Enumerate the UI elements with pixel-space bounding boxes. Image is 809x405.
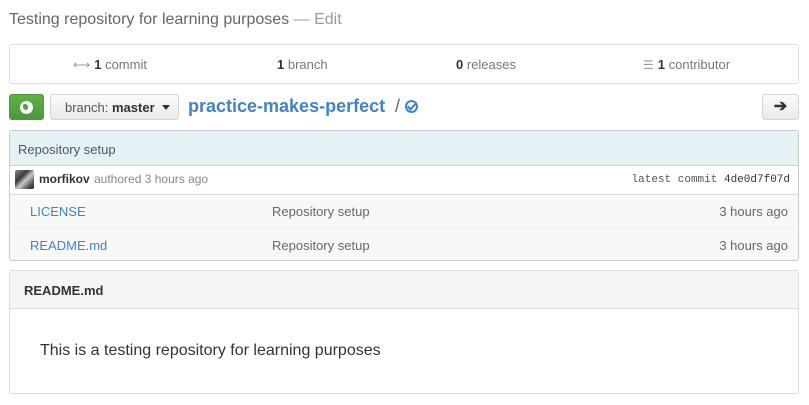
organization-icon: ☰: [643, 58, 654, 72]
avatar[interactable]: [15, 170, 34, 189]
latest-commit: latest commit 4de0d7f07d: [632, 174, 790, 186]
file-name-link[interactable]: README.md: [30, 238, 107, 253]
branch-selector[interactable]: branch: master: [50, 94, 179, 120]
file-list: Repository setup morfikov authored 3 hou…: [9, 130, 799, 261]
branches-label: branch: [287, 57, 328, 72]
contributors-stat[interactable]: ☰ 1 contributor: [643, 57, 730, 72]
verified-check-icon: [405, 100, 418, 113]
contributors-label: contributor: [668, 57, 731, 72]
file-row: README.md Repository setup 3 hours ago: [10, 228, 798, 260]
contributors-count: 1: [657, 57, 665, 72]
branch-value: master: [112, 100, 155, 115]
releases-count: 0: [456, 57, 464, 72]
file-commit-message[interactable]: Repository setup: [272, 238, 370, 253]
releases-stat[interactable]: 0 releases: [456, 57, 516, 72]
repository-name-link[interactable]: practice-makes-perfect: [188, 96, 385, 117]
latest-commit-label: latest commit: [631, 174, 718, 186]
description-text: Testing repository for learning purposes: [9, 11, 290, 28]
commit-author-link[interactable]: morfikov: [39, 172, 90, 186]
branches-stat[interactable]: 1 branch: [277, 57, 328, 72]
file-age: 3 hours ago: [719, 204, 788, 219]
globe-icon: [20, 100, 33, 114]
clone-button[interactable]: [9, 94, 44, 120]
last-commit-message[interactable]: Repository setup: [10, 131, 798, 166]
repository-description: Testing repository for learning purposes…: [9, 11, 342, 29]
edit-separator: —: [293, 11, 310, 28]
path-separator: /: [395, 96, 401, 116]
readme-title: README.md: [10, 271, 798, 309]
edit-description-link[interactable]: Edit: [314, 11, 342, 28]
commit-meta-row: morfikov authored 3 hours ago latest com…: [10, 166, 798, 195]
commits-label: commit: [105, 57, 147, 72]
authored-time: authored 3 hours ago: [94, 172, 209, 186]
commits-stat[interactable]: ⟷ 1 commit: [73, 57, 147, 72]
file-age: 3 hours ago: [719, 238, 788, 253]
releases-label: releases: [466, 57, 516, 72]
branch-prefix: branch:: [65, 100, 109, 115]
history-icon: ⟷: [73, 58, 91, 72]
readme-panel: README.md This is a testing repository f…: [9, 270, 799, 394]
branches-count: 1: [277, 57, 285, 72]
file-name-link[interactable]: LICENSE: [30, 204, 86, 219]
commits-count: 1: [94, 57, 102, 72]
file-row: LICENSE Repository setup 3 hours ago: [10, 195, 798, 228]
arrow-right-icon: ➔: [773, 98, 788, 115]
repository-stats-bar: ⟷ 1 commit 1 branch 0 releases ☰ 1 contrib…: [9, 44, 799, 84]
commit-sha-link[interactable]: 4de0d7f07d: [724, 174, 790, 186]
readme-body: This is a testing repository for learnin…: [40, 342, 381, 359]
repository-toolbar: branch: master practice-makes-perfect / …: [9, 94, 799, 120]
file-commit-message[interactable]: Repository setup: [272, 204, 370, 219]
caret-down-icon: [162, 105, 171, 110]
find-file-button[interactable]: ➔: [762, 94, 799, 120]
